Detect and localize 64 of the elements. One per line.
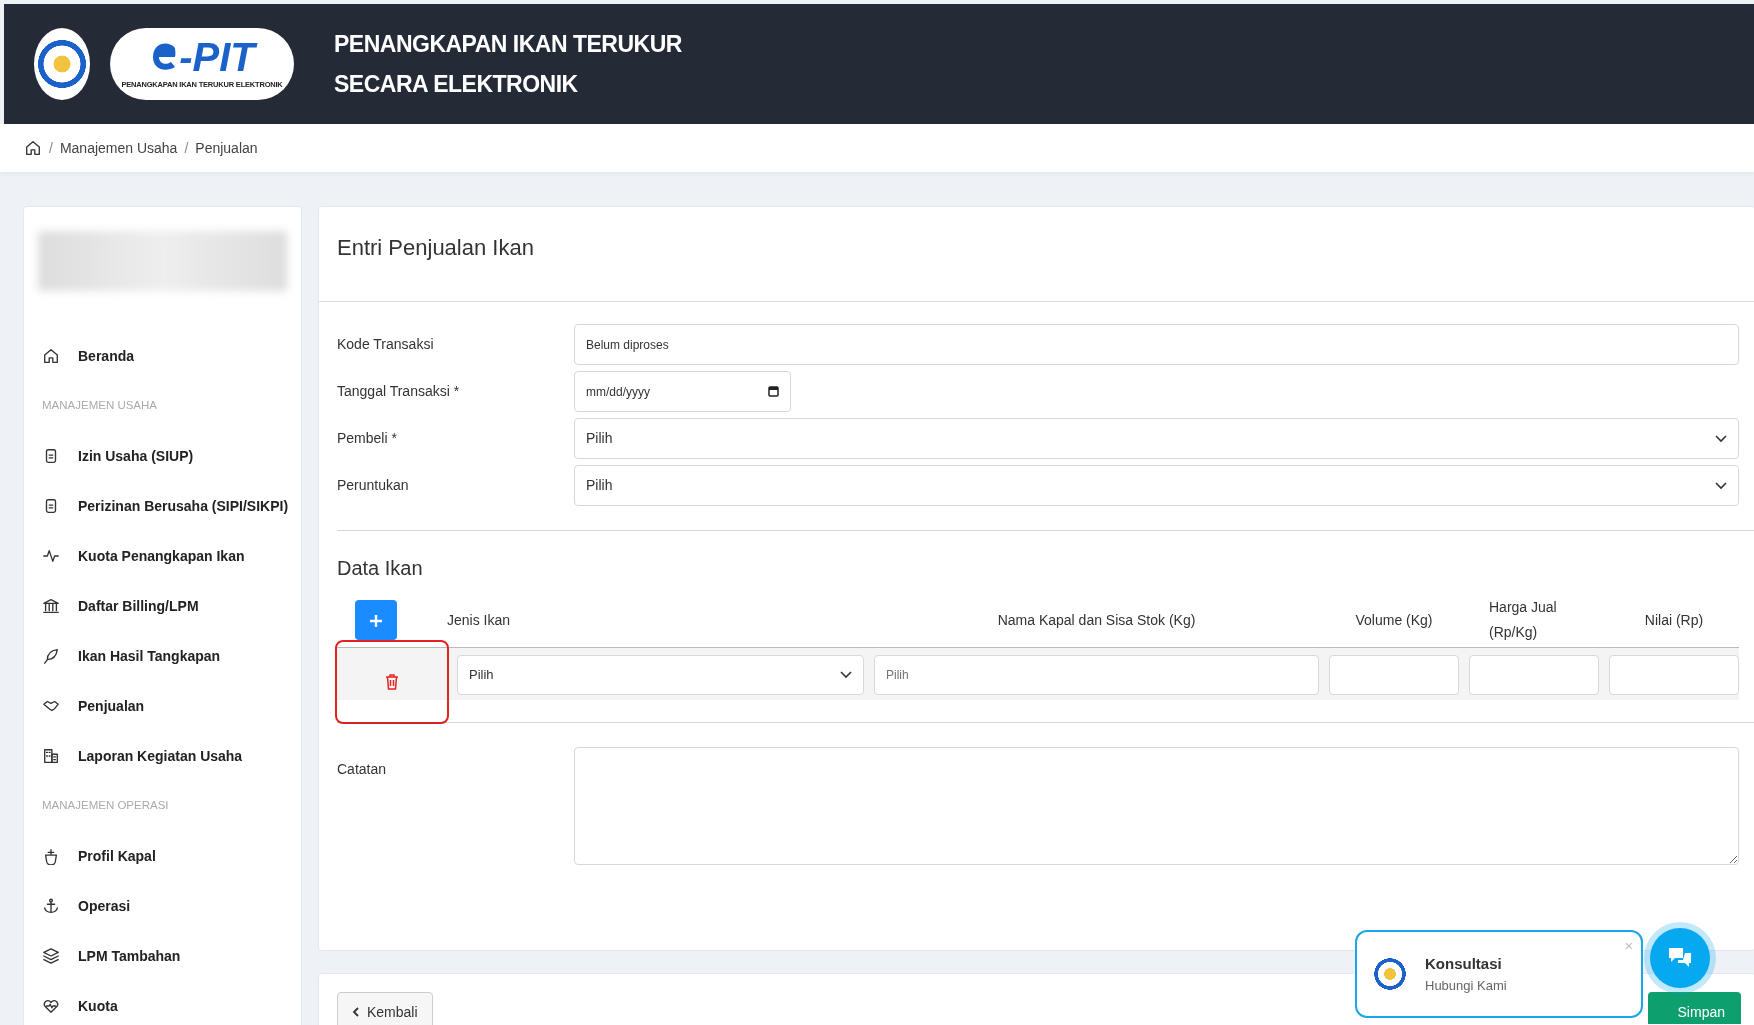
chevron-left-icon (352, 1007, 359, 1017)
select-field[interactable]: Pilih (574, 465, 1739, 506)
app-title: PENANGKAPAN IKAN TERUKUR (334, 30, 682, 59)
breadcrumb-item: Penjualan (195, 138, 258, 158)
sidebar-item[interactable]: LPM Tambahan (78, 945, 181, 967)
sidebar-section-label: MANAJEMEN USAHA (41, 398, 159, 414)
text-field[interactable]: Pilih (874, 655, 1319, 695)
plus-icon (369, 613, 383, 628)
sidebar-item[interactable]: Ikan Hasil Tangkapan (78, 645, 221, 667)
breadcrumb-separator: / (184, 138, 189, 158)
chat-title: Konsultasi (1425, 954, 1503, 974)
field-label: Tanggal Transaksi * (337, 382, 461, 401)
column-header: Nilai (Rp) (1644, 610, 1704, 630)
notes-field[interactable] (574, 747, 1739, 865)
select-field[interactable]: Pilih (457, 655, 864, 695)
number-field[interactable] (1329, 655, 1459, 695)
text-field[interactable]: Belum diproses (574, 324, 1739, 365)
field-label: Pembeli * (337, 429, 398, 448)
pulse-icon (42, 547, 60, 565)
sidebar-item[interactable]: Izin Usaha (SIUP) (78, 445, 194, 467)
layers-icon (42, 947, 60, 965)
chevron-down-icon (1715, 434, 1727, 443)
column-header: Harga Jual (Rp/Kg) (1489, 597, 1558, 642)
breadcrumb-item[interactable]: Manajemen Usaha (59, 137, 178, 159)
calendar-icon[interactable] (768, 386, 779, 397)
form-title: Entri Penjualan Ikan (319, 207, 1754, 302)
sidebar-item[interactable]: Penjualan (78, 695, 145, 717)
add-row-button[interactable] (355, 600, 397, 640)
field-label: Kode Transaksi (337, 335, 435, 354)
select-field[interactable]: Pilih (574, 418, 1739, 459)
field-label: Catatan (337, 760, 388, 779)
back-button[interactable]: Kembali (337, 992, 433, 1025)
column-header: Jenis Ikan (447, 610, 511, 630)
sidebar-item[interactable]: Operasi (78, 895, 131, 917)
trash-icon (385, 674, 399, 690)
sidebar-item[interactable]: Perizinan Berusaha (SIPI/SIKPI) (78, 495, 289, 517)
sidebar-section-label: MANAJEMEN OPERASI (41, 798, 170, 814)
field-label: Peruntukan (337, 476, 410, 495)
sidebar-item[interactable]: Daftar Billing/LPM (78, 595, 199, 617)
number-field[interactable] (1609, 655, 1739, 695)
delete-row-button[interactable] (337, 642, 447, 722)
heart-pulse-icon (42, 997, 60, 1015)
chevron-down-icon (1715, 481, 1727, 490)
home-icon[interactable] (24, 139, 42, 157)
app-title: SECARA ELEKTRONIK (334, 70, 579, 99)
building-icon (42, 747, 60, 765)
anchor-icon (42, 897, 60, 915)
sidebar-item[interactable]: Kuota (78, 995, 118, 1017)
sidebar-item[interactable]: Laporan Kegiatan Usaha (78, 745, 243, 767)
column-header: Volume (Kg) (1355, 610, 1433, 630)
sidebar-item[interactable]: Beranda (78, 345, 135, 367)
date-field[interactable]: mm/dd/yyyy (574, 371, 791, 412)
chat-subtitle: Hubungi Kami (1425, 976, 1507, 995)
chevron-down-icon (840, 671, 852, 679)
ship-icon (42, 847, 60, 865)
home-icon (42, 347, 60, 365)
sidebar-item[interactable]: Kuota Penangkapan Ikan (78, 545, 245, 567)
section-title: Data Ikan (337, 556, 424, 581)
sidebar-item[interactable]: Profil Kapal (78, 845, 156, 867)
breadcrumb-separator: / (49, 138, 53, 158)
column-header: Nama Kapal dan Sisa Stok (Kg) (997, 610, 1196, 630)
number-field[interactable] (1469, 655, 1599, 695)
bank-icon (42, 597, 60, 615)
leaf-icon (42, 647, 60, 665)
